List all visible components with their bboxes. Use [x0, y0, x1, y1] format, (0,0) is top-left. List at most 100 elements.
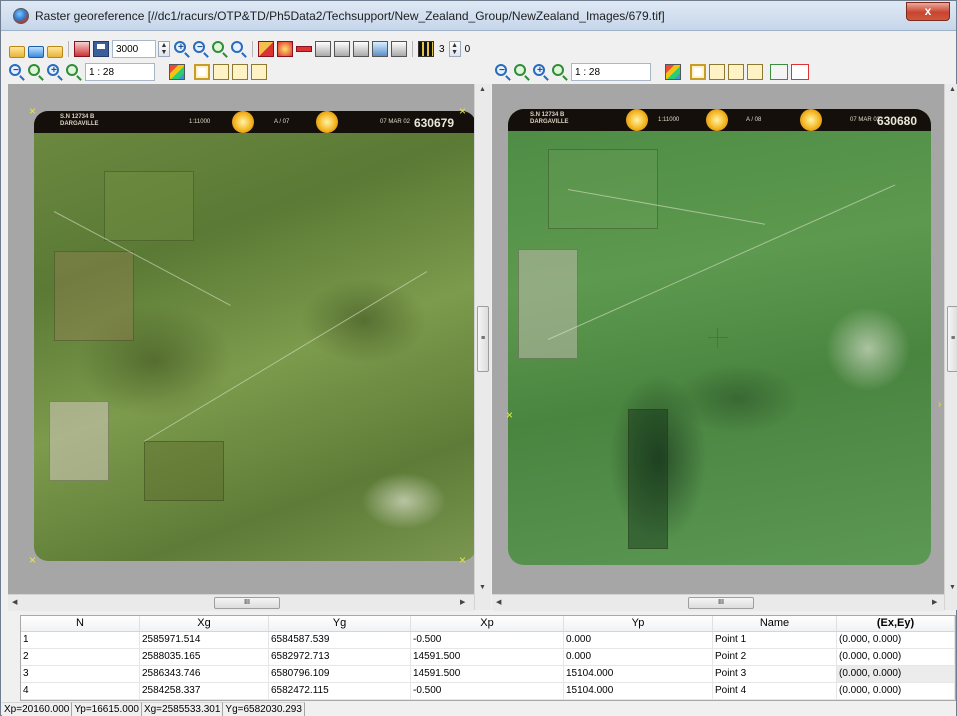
- cell-yg: 6580796.109: [269, 666, 411, 682]
- left-marker-tl: ×: [29, 104, 37, 118]
- column-header-xg[interactable]: Xg: [140, 616, 269, 631]
- transform-icon[interactable]: [315, 41, 331, 57]
- band-spinner[interactable]: ▲ ▼: [448, 41, 461, 57]
- zoom-out-icon[interactable]: −: [193, 41, 209, 57]
- scroll-up-arrow-icon[interactable]: ▲: [479, 86, 486, 93]
- auto-transform-icon[interactable]: [334, 41, 350, 57]
- table-row-header-strip: [1, 615, 20, 701]
- table-row[interactable]: 2 2588035.165 6582972.713 14591.500 0.00…: [21, 649, 955, 666]
- table-row[interactable]: 4 2584258.337 6582472.115 -0.500 15104.0…: [21, 683, 955, 700]
- left-zoom-in-icon[interactable]: +: [47, 64, 63, 80]
- right-pick-active-icon[interactable]: [791, 64, 809, 80]
- report-icon[interactable]: [391, 41, 407, 57]
- grid-icon[interactable]: [372, 41, 388, 57]
- app-globe-icon: [13, 8, 29, 24]
- open-project-icon[interactable]: [28, 46, 44, 58]
- toolbar-separator: [412, 41, 413, 57]
- bands-icon[interactable]: [418, 41, 434, 57]
- zoom-in-icon[interactable]: +: [174, 41, 190, 57]
- right-photo-data-strip: S.N 12734 B DARGAVILLE 1:11000 A / 08 07…: [508, 109, 931, 131]
- right-zoom-out-icon[interactable]: −: [495, 64, 511, 80]
- left-frame-number: 630679: [413, 116, 454, 130]
- left-aerial-photo[interactable]: S.N 12734 B DARGAVILLE 1:11000 A / 07 07…: [34, 111, 476, 561]
- cell-n: 4: [21, 683, 140, 699]
- left-zoom-input[interactable]: [85, 63, 155, 81]
- title-bar: Raster georeference [//dc1/racurs/OTP&TD…: [1, 1, 956, 31]
- scroll-down-arrow-icon[interactable]: ▼: [949, 584, 956, 591]
- column-header-n[interactable]: N: [21, 616, 140, 631]
- right-clock-icon: [626, 109, 648, 131]
- scale-input[interactable]: [112, 40, 156, 58]
- right-vscroll-thumb[interactable]: ≡: [947, 306, 957, 372]
- add-point-icon[interactable]: [258, 41, 274, 57]
- right-altimeter-icon: [800, 109, 822, 131]
- export-icon[interactable]: [74, 41, 90, 57]
- left-marker-br: ×: [459, 553, 467, 567]
- left-frame-rotate-icon[interactable]: [213, 64, 229, 80]
- window-title: Raster georeference [//dc1/racurs/OTP&TD…: [35, 9, 665, 23]
- left-view-toolbar: − +: [9, 62, 270, 82]
- delete-point-icon[interactable]: [296, 46, 312, 52]
- right-frame-flip-icon[interactable]: [728, 64, 744, 80]
- cell-xg: 2585971.514: [140, 632, 269, 648]
- right-color-icon[interactable]: [665, 64, 681, 80]
- right-zoom-input[interactable]: [571, 63, 651, 81]
- scale-spinner[interactable]: ▲ ▼: [158, 41, 170, 57]
- scroll-up-arrow-icon[interactable]: ▲: [949, 86, 956, 93]
- right-frame-mirror-icon[interactable]: [747, 64, 763, 80]
- left-frame-flip-icon[interactable]: [232, 64, 248, 80]
- move-point-icon[interactable]: [277, 41, 293, 57]
- table-row[interactable]: 1 2585971.514 6584587.539 -0.500 0.000 P…: [21, 632, 955, 649]
- right-frame-info: S.N 12734 B DARGAVILLE: [530, 112, 569, 125]
- right-field: [518, 249, 578, 359]
- toolbar-separator: [252, 41, 253, 57]
- left-marker-bl: ×: [29, 553, 37, 567]
- cell-yp: 15104.000: [564, 683, 713, 699]
- scroll-right-arrow-icon[interactable]: ▶: [932, 598, 937, 606]
- right-horizontal-scrollbar[interactable]: ◀ III ▶: [492, 594, 944, 611]
- scroll-left-arrow-icon[interactable]: ◀: [12, 598, 17, 606]
- right-zoom-fit-icon[interactable]: [514, 64, 530, 80]
- close-button[interactable]: x: [906, 2, 950, 21]
- right-zoom-in-icon[interactable]: +: [533, 64, 549, 80]
- right-frame-mode-icon[interactable]: [690, 64, 706, 80]
- left-zoom-actual-icon[interactable]: [66, 64, 82, 80]
- open-folder-icon[interactable]: [9, 46, 25, 58]
- left-vscroll-thumb[interactable]: ≡: [477, 306, 489, 372]
- xyz-icon[interactable]: [353, 41, 369, 57]
- right-run-text: A / 08: [746, 117, 762, 123]
- column-header-name[interactable]: Name: [713, 616, 837, 631]
- left-marker-tr: ×: [459, 104, 467, 118]
- main-toolbar: ▲▼ + − 3 ▲▼ 0: [9, 39, 470, 59]
- load-points-icon[interactable]: [47, 46, 63, 58]
- right-gauge-icon: [706, 109, 728, 131]
- scroll-right-arrow-icon[interactable]: ▶: [460, 598, 465, 606]
- cell-xp: -0.500: [411, 632, 564, 648]
- left-color-icon[interactable]: [169, 64, 185, 80]
- left-frame-mode-icon[interactable]: [194, 64, 210, 80]
- right-hscroll-thumb[interactable]: III: [688, 597, 754, 609]
- right-zoom-actual-icon[interactable]: [552, 64, 568, 80]
- column-header-xp[interactable]: Xp: [411, 616, 564, 631]
- zoom-fit-icon[interactable]: [212, 41, 228, 57]
- zoom-actual-icon[interactable]: [231, 41, 247, 57]
- left-scale-text: 1:11000: [189, 119, 211, 125]
- column-header-yp[interactable]: Yp: [564, 616, 713, 631]
- table-row[interactable]: 3 2586343.746 6580796.109 14591.500 1510…: [21, 666, 955, 683]
- cell-n: 1: [21, 632, 140, 648]
- left-zoom-fit-icon[interactable]: [28, 64, 44, 80]
- column-header-error[interactable]: (Ex,Ey): [837, 616, 955, 631]
- left-vertical-scrollbar[interactable]: ▲ ≡ ▼: [474, 84, 491, 610]
- save-icon[interactable]: [93, 41, 109, 57]
- left-hscroll-thumb[interactable]: III: [214, 597, 280, 609]
- column-header-yg[interactable]: Yg: [269, 616, 411, 631]
- right-vertical-scrollbar[interactable]: ▲ ≡ ▼: [944, 84, 957, 610]
- left-frame-mirror-icon[interactable]: [251, 64, 267, 80]
- cell-name: Point 2: [713, 649, 837, 665]
- scroll-down-arrow-icon[interactable]: ▼: [479, 584, 486, 591]
- right-pick-point-icon[interactable]: [770, 64, 788, 80]
- left-horizontal-scrollbar[interactable]: ◀ III ▶: [8, 594, 474, 611]
- right-frame-rotate-icon[interactable]: [709, 64, 725, 80]
- left-zoom-out-icon[interactable]: −: [9, 64, 25, 80]
- scroll-left-arrow-icon[interactable]: ◀: [496, 598, 501, 606]
